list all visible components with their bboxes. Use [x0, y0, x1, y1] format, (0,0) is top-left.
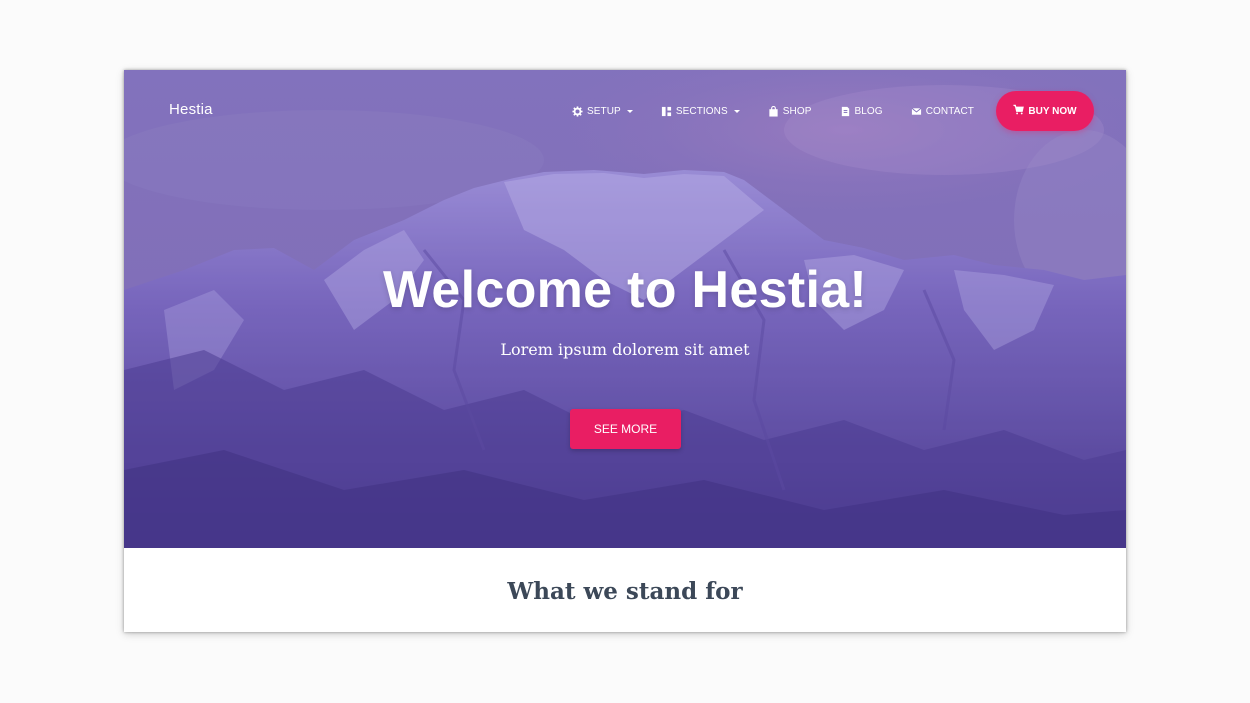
hero-subtitle: Lorem ipsum dolorem sit amet: [500, 340, 750, 359]
sections-icon: [661, 106, 672, 117]
nav-item-label: SHOP: [782, 106, 812, 117]
nav-item-label: SETUP: [586, 106, 621, 117]
hero-section: Hestia SETUP SECTIONS SHOP BLOG CONTACT …: [124, 70, 1126, 548]
nav-item-shop[interactable]: SHOP: [768, 106, 812, 117]
nav-menu: SETUP SECTIONS SHOP BLOG CONTACT: [572, 106, 974, 117]
browser-frame: Hestia SETUP SECTIONS SHOP BLOG CONTACT …: [124, 70, 1126, 632]
shopping-bag-icon: [768, 106, 779, 117]
buy-now-button[interactable]: BUY NOW: [996, 91, 1094, 131]
nav-item-setup[interactable]: SETUP: [572, 106, 633, 117]
navbar: Hestia SETUP SECTIONS SHOP BLOG CONTACT …: [124, 70, 1126, 150]
site-brand[interactable]: Hestia: [169, 101, 213, 118]
hero-title: Welcome to Hestia!: [382, 261, 868, 319]
cart-icon: [1013, 104, 1025, 118]
nav-item-label: BLOG: [854, 106, 883, 117]
blog-icon: [840, 106, 851, 117]
nav-item-sections[interactable]: SECTIONS: [661, 106, 740, 117]
nav-item-label: CONTACT: [925, 106, 974, 117]
gear-icon: [572, 106, 583, 117]
caret-down-icon: [733, 110, 740, 113]
nav-item-contact[interactable]: CONTACT: [911, 106, 974, 117]
section-heading: What we stand for: [507, 578, 743, 605]
see-more-button[interactable]: SEE MORE: [570, 409, 681, 449]
nav-item-label: SECTIONS: [675, 106, 728, 117]
nav-item-blog[interactable]: BLOG: [840, 106, 883, 117]
envelope-icon: [911, 106, 922, 117]
caret-down-icon: [626, 110, 633, 113]
buy-now-label: BUY NOW: [1028, 105, 1077, 117]
